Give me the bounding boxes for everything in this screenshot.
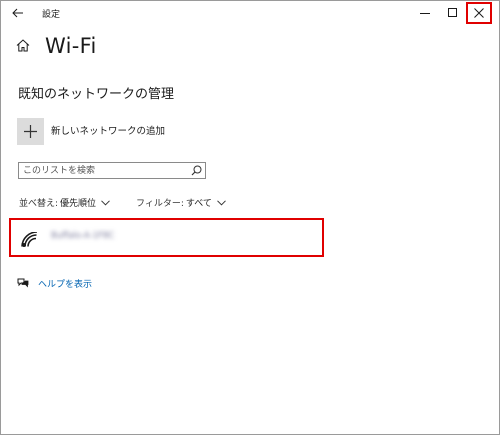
section-heading: 既知のネットワークの管理 [18,87,175,102]
filter-label: フィルター: [136,199,184,209]
search-box[interactable] [18,162,206,179]
chevron-down-icon [101,199,110,206]
minimize-button[interactable] [414,3,436,23]
arrow-left-icon [12,8,23,18]
maximize-button[interactable] [442,3,464,23]
sort-value: 優先順位 [60,199,97,209]
page-title: Wi-Fi [45,34,97,58]
sort-label: 並べ替え: [19,199,59,209]
home-icon [16,39,30,52]
add-network-tile [17,118,44,145]
plus-icon [24,125,37,138]
search-input[interactable] [23,164,183,177]
search-icon[interactable] [191,165,202,176]
wifi-icon [21,232,38,247]
help-label: ヘルプを表示 [38,280,93,290]
maximize-icon [448,8,457,17]
network-name: Buffalo-A-1F8C [51,231,115,241]
back-button[interactable] [7,3,29,23]
minimize-icon [420,13,430,14]
app-title: 設定 [42,10,61,20]
known-network-item[interactable]: Buffalo-A-1F8C [9,218,324,257]
title-bar: 設定 [1,1,499,27]
add-network-label: 新しいネットワークの追加 [51,126,166,137]
help-chat-icon [17,278,29,288]
filter-dropdown[interactable]: フィルター: すべて [136,196,226,209]
filter-value: すべて [185,199,212,209]
chevron-down-icon [217,199,226,206]
add-network-button[interactable]: 新しいネットワークの追加 [17,118,217,148]
help-link[interactable]: ヘルプを表示 [17,277,92,290]
close-button-highlight [466,2,492,24]
sort-dropdown[interactable]: 並べ替え: 優先順位 [19,196,110,209]
